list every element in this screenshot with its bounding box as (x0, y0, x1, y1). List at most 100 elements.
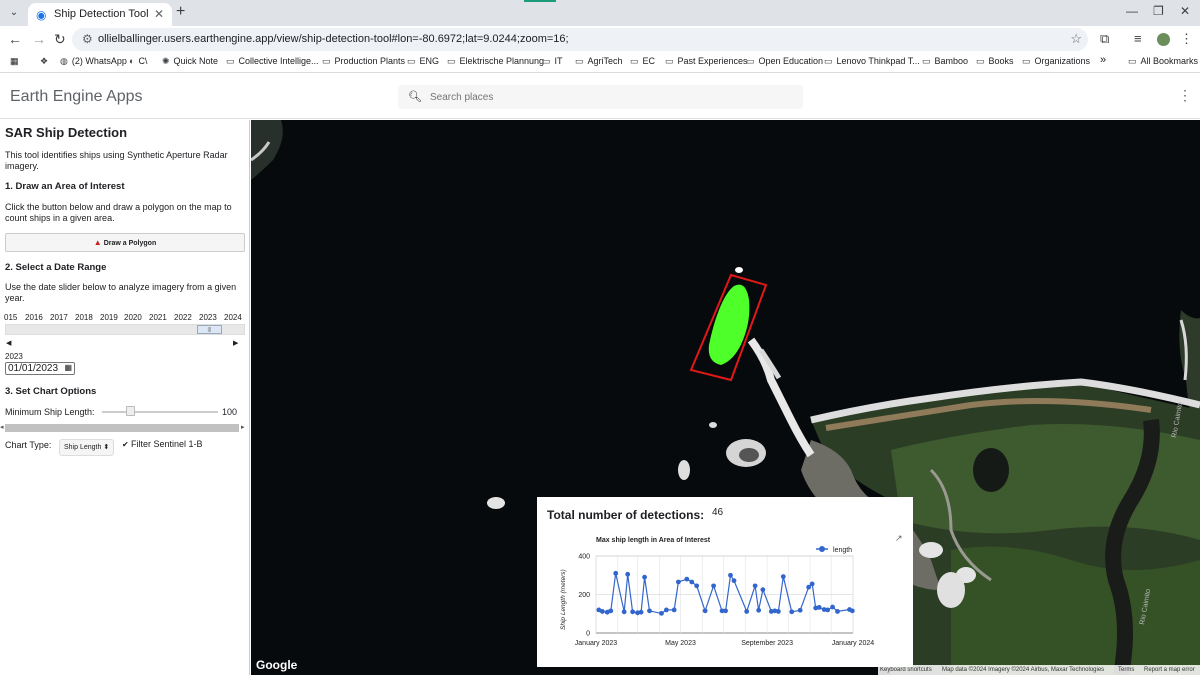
filter-sentinel-checkbox[interactable]: ✔ Filter Sentinel 1-B (122, 439, 203, 449)
year-label: 2021 (149, 313, 167, 322)
draw-polygon-button[interactable]: ▲ Draw a Polygon (5, 233, 245, 252)
data-point (689, 579, 695, 585)
all-bookmarks-item[interactable]: ▭ All Bookmarks (1128, 56, 1198, 67)
data-point (613, 570, 619, 576)
data-point (694, 583, 700, 589)
data-point (647, 608, 652, 614)
scrollbar-left-arrow-icon[interactable]: ◂ (0, 423, 4, 431)
folder-icon: ▭ (976, 56, 985, 66)
checkmark-icon: ✔ (122, 440, 129, 449)
address-bar[interactable]: ⚙ ollielballinger.users.earthengine.app/… (72, 28, 1088, 51)
chart-type-select[interactable]: Ship Length ⬍ (59, 439, 114, 456)
data-point (744, 609, 750, 614)
x-tick-label: January 2024 (832, 640, 875, 647)
back-arrow-icon[interactable]: ← (8, 31, 22, 47)
bookmark-item[interactable]: ▭ Collective Intellige... (226, 56, 319, 67)
earth-engine-favicon-icon: ◉ (36, 8, 47, 22)
bookmark-item[interactable]: ✺ Quick Note (162, 56, 218, 67)
bookmark-item[interactable]: ▭ EC (630, 56, 655, 67)
x-tick-label: May 2023 (665, 640, 696, 647)
data-point (797, 607, 803, 613)
app-brand: Earth Engine Apps (10, 88, 143, 105)
min-length-slider-thumb[interactable] (125, 406, 135, 416)
more-bookmarks-chevron[interactable]: » (1100, 54, 1106, 66)
bookmark-item[interactable]: ▭ Past Experiences (665, 56, 748, 67)
data-point (621, 609, 627, 615)
bookmark-item[interactable]: ▭ Production Plants (322, 56, 405, 67)
restore-icon[interactable]: ❐ (1153, 4, 1164, 18)
extensions-puzzle-icon[interactable]: ⧉ (1100, 31, 1109, 47)
step1-text: Click the button below and draw a polygo… (5, 202, 232, 223)
bookmark-item[interactable]: ▭ Lenovo Thinkpad T... (824, 56, 920, 67)
window-close-icon[interactable]: ✕ (1180, 4, 1190, 18)
coastline-topleft (251, 120, 283, 180)
reload-icon[interactable]: ↻ (54, 31, 66, 48)
new-tab-plus-icon[interactable]: + (176, 3, 185, 21)
media-controls-icon[interactable]: ≡ (1134, 31, 1142, 46)
browser-tab[interactable]: ◉ Ship Detection Tool ✕ (28, 3, 172, 26)
data-point (830, 604, 835, 610)
data-point (752, 583, 758, 589)
bookmark-item[interactable]: ▭ ENG (407, 56, 439, 67)
bookmark-item[interactable]: ▭ AgriTech (575, 56, 623, 67)
year-slider-thumb[interactable]: ||| (197, 325, 222, 334)
data-point (638, 609, 644, 615)
open-chart-external-icon[interactable]: ↗ (895, 534, 903, 544)
folder-icon: ▭ (824, 56, 833, 66)
data-point (756, 607, 762, 613)
data-point (711, 583, 716, 589)
chrome-menu-kebab-icon[interactable]: ⋮ (1180, 31, 1193, 47)
folder-icon: ▭ (542, 56, 551, 66)
profile-avatar[interactable] (1157, 33, 1170, 46)
min-length-slider[interactable] (102, 411, 218, 413)
bookmark-item[interactable]: ▭ Organizations (1022, 56, 1090, 67)
year-label: 015 (4, 313, 18, 322)
whatsapp-icon: ◍ (60, 56, 68, 66)
step3-heading: 3. Set Chart Options (5, 386, 97, 397)
bookmark-item[interactable]: ▭ Open Education (746, 56, 823, 67)
sar-detection-trail (747, 337, 815, 458)
minimize-icon[interactable]: — (1126, 4, 1138, 18)
start-date-input[interactable]: 01/01/2023 ▦ (5, 362, 75, 375)
search-input[interactable] (430, 89, 790, 105)
year-label: 2019 (100, 313, 118, 322)
folder-icon: ▭ (1022, 56, 1031, 66)
scroll-right-arrow-icon[interactable]: ▶ (233, 339, 238, 347)
scroll-left-arrow-icon[interactable]: ◀ (6, 339, 11, 347)
site-info-icon[interactable]: ⚙ (82, 32, 93, 46)
data-point (809, 581, 815, 587)
data-point (780, 574, 786, 579)
forward-arrow-icon[interactable]: → (32, 31, 46, 47)
bookmark-item[interactable]: ▭ Elektrische Plannung (447, 56, 544, 67)
app-menu-kebab-icon[interactable]: ⋮ (1178, 87, 1192, 104)
sar-detection-blob (937, 572, 965, 608)
tab-search-chevron-icon[interactable]: ⌄ (6, 5, 22, 21)
bookmark-item[interactable]: ◍ (2) WhatsApp (60, 56, 127, 67)
report-map-error-link[interactable]: Report a map error (1144, 665, 1195, 675)
tab-close-icon[interactable]: ✕ (154, 7, 164, 21)
x-tick-label: January 2023 (575, 640, 618, 647)
bookmark-item[interactable]: ▭ Bamboo (922, 56, 968, 67)
map-attribution-bar: Keyboard shortcuts Map data ©2024 Imager… (878, 665, 1200, 675)
browser-toolbar: ← → ↻ ⚙ ollielballinger.users.earthengin… (0, 26, 1200, 53)
data-point (849, 608, 855, 614)
apps-grid-icon[interactable]: ▦ (10, 56, 19, 67)
tab-accent-line (524, 0, 556, 2)
warning-triangle-icon: ▲ (93, 238, 102, 247)
sar-detection-blob (709, 422, 717, 428)
scrollbar-right-arrow-icon[interactable]: ▸ (241, 423, 245, 431)
terms-link[interactable]: Terms (1118, 665, 1134, 675)
calendar-icon[interactable]: ▦ (64, 363, 72, 372)
bookmark-star-icon[interactable]: ☆ (1070, 31, 1082, 47)
bookmark-item[interactable]: ❖ (40, 56, 52, 67)
bookmark-item[interactable]: ▭ IT (542, 56, 563, 67)
bookmark-item[interactable]: ▭ Books (976, 56, 1014, 67)
bookmark-item[interactable]: ◐ C\ (129, 56, 147, 66)
panel-horizontal-scrollbar[interactable] (5, 424, 239, 432)
step2-text: Use the date slider below to analyze ima… (5, 282, 237, 303)
legend-label: length (833, 547, 852, 554)
data-point (806, 584, 812, 590)
ship-length-chart: Max ship length in Area of Interest ↗ le… (560, 534, 903, 647)
tab-title: Ship Detection Tool (54, 8, 149, 20)
place-search[interactable]: 🔍︎ (398, 85, 803, 109)
